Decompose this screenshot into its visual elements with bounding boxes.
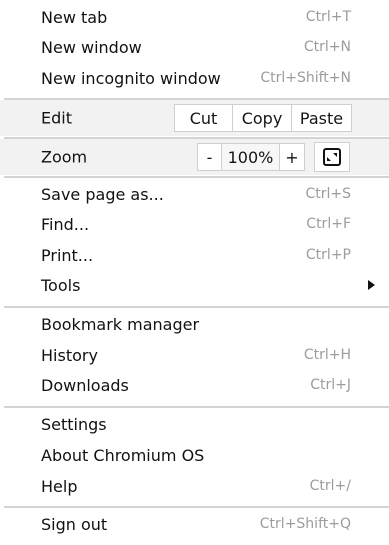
menu-item-shortcut: Ctrl+Shift+N [260, 70, 351, 86]
menu-separator [4, 406, 389, 408]
fullscreen-icon [323, 148, 341, 166]
menu-item-settings[interactable]: Settings [0, 411, 389, 437]
fullscreen-button[interactable] [314, 142, 350, 172]
menu-item-help[interactable]: Help Ctrl+/ [0, 473, 389, 499]
menu-item-bookmark-manager[interactable]: Bookmark manager [0, 311, 389, 337]
menu-item-save-page[interactable]: Save page as... Ctrl+S [0, 181, 389, 207]
menu-item-shortcut: Ctrl+Shift+Q [259, 516, 351, 532]
zoom-label: Zoom [41, 147, 88, 167]
menu-item-label: Help [41, 476, 78, 496]
menu-item-label: Save page as... [41, 184, 164, 204]
menu-item-label: Downloads [41, 375, 129, 395]
menu-item-sign-out[interactable]: Sign out Ctrl+Shift+Q [0, 511, 389, 537]
menu-item-shortcut: Ctrl+J [310, 377, 351, 393]
submenu-arrow-icon [368, 280, 375, 290]
menu-item-shortcut: Ctrl+N [303, 39, 351, 55]
menu-item-label: Bookmark manager [41, 314, 200, 334]
menu-item-label: Find... [41, 214, 90, 234]
edit-row: Edit Cut Copy Paste [0, 100, 389, 136]
cut-button[interactable]: Cut [174, 104, 233, 132]
menu-item-new-tab[interactable]: New tab Ctrl+T [0, 4, 389, 30]
menu-item-tools[interactable]: Tools [0, 272, 389, 298]
menu-item-shortcut: Ctrl+T [305, 9, 351, 25]
paste-button[interactable]: Paste [292, 104, 352, 132]
zoom-out-button[interactable]: - [197, 143, 222, 171]
menu-separator [4, 176, 389, 178]
menu-item-label: History [41, 345, 98, 365]
menu-separator [4, 506, 389, 508]
menu-item-label: New incognito window [41, 68, 221, 88]
menu-item-shortcut: Ctrl+H [303, 347, 351, 363]
menu-item-about[interactable]: About Chromium OS [0, 442, 389, 468]
menu-item-label: Sign out [41, 514, 108, 534]
zoom-in-button[interactable]: + [280, 143, 305, 171]
zoom-row: Zoom - 100% + [0, 139, 389, 175]
menu-item-label: Settings [41, 414, 107, 434]
browser-app-menu: New tab Ctrl+T New window Ctrl+N New inc… [0, 0, 389, 545]
menu-item-shortcut: Ctrl+P [305, 247, 351, 263]
menu-item-new-window[interactable]: New window Ctrl+N [0, 34, 389, 60]
menu-item-label: Print... [41, 245, 94, 265]
copy-button[interactable]: Copy [233, 104, 292, 132]
menu-item-new-incognito-window[interactable]: New incognito window Ctrl+Shift+N [0, 65, 389, 91]
menu-item-shortcut: Ctrl+S [305, 186, 351, 202]
menu-item-label: About Chromium OS [41, 445, 205, 465]
menu-item-label: Tools [41, 275, 81, 295]
menu-item-downloads[interactable]: Downloads Ctrl+J [0, 372, 389, 398]
menu-item-print[interactable]: Print... Ctrl+P [0, 242, 389, 268]
edit-label: Edit [41, 108, 72, 128]
menu-separator [4, 306, 389, 308]
edit-button-group: Cut Copy Paste [174, 104, 352, 132]
menu-item-label: New tab [41, 7, 108, 27]
menu-item-shortcut: Ctrl+F [306, 216, 351, 232]
menu-item-find[interactable]: Find... Ctrl+F [0, 211, 389, 237]
zoom-level-value: 100% [222, 143, 280, 171]
menu-item-history[interactable]: History Ctrl+H [0, 342, 389, 368]
menu-item-shortcut: Ctrl+/ [309, 478, 351, 494]
menu-item-label: New window [41, 37, 142, 57]
zoom-controls: - 100% + [197, 143, 305, 171]
